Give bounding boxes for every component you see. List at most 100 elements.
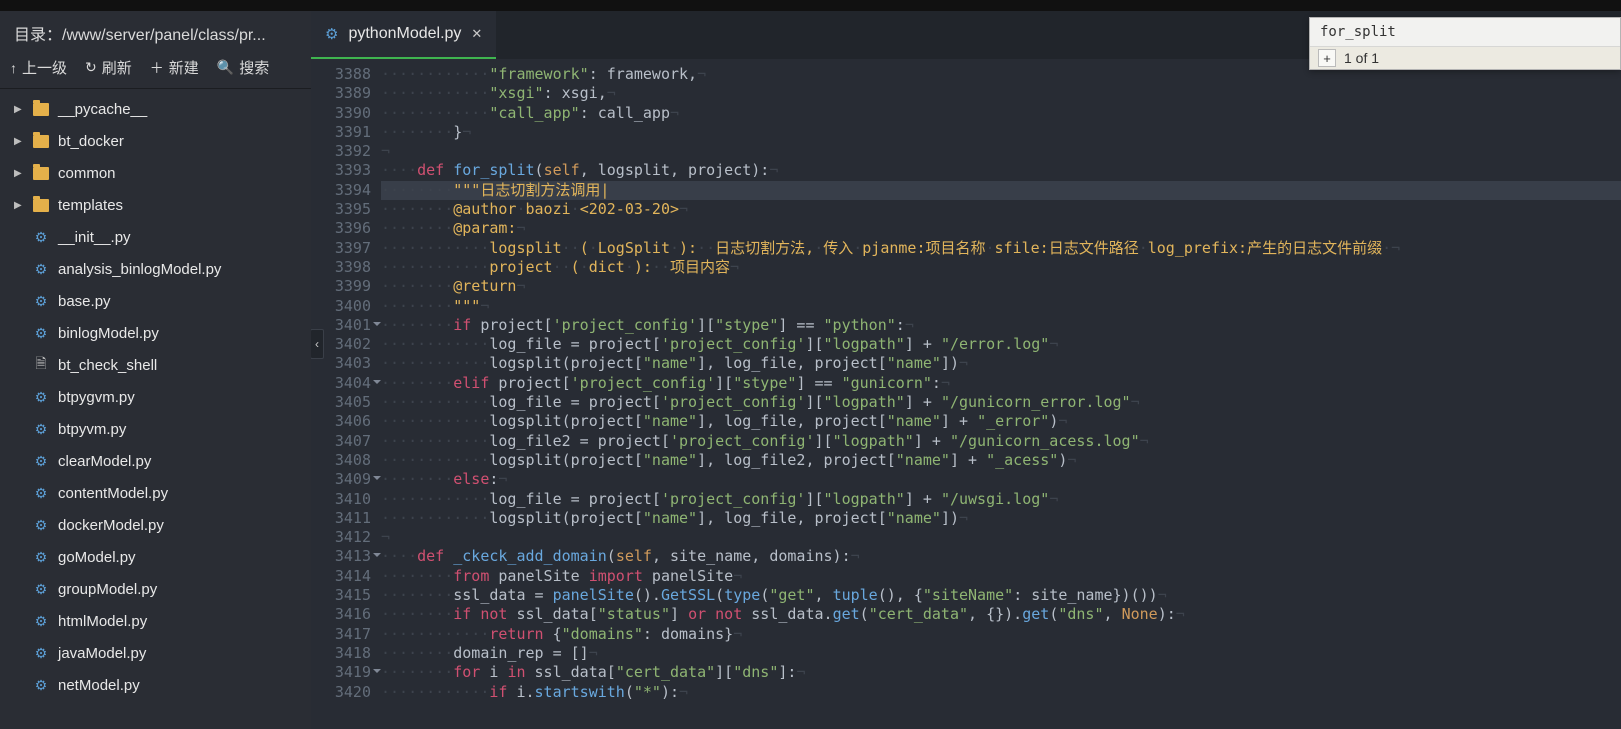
tree-label: htmlModel.py [58, 613, 147, 630]
tree-file[interactable]: 🗎bt_check_shell [0, 349, 311, 381]
tree-file[interactable]: ⚙analysis_binlogModel.py [0, 253, 311, 285]
python-icon: ⚙ [32, 261, 50, 278]
code-line[interactable]: ········else:¬ [381, 470, 1621, 489]
tree-file[interactable]: ⚙ htmlModel.py [0, 605, 311, 637]
code-line[interactable]: ········if project['project_config']["st… [381, 316, 1621, 335]
tree-folder[interactable]: ▶__pycache__ [0, 93, 311, 125]
new-button[interactable]: ＋新建 [150, 57, 199, 78]
line-number: 3404 [311, 374, 381, 393]
code-line[interactable]: ············"xsgi": xsgi,¬ [381, 84, 1621, 103]
tree-file[interactable]: ⚙javaModel.py [0, 637, 311, 669]
tree-file[interactable]: ⚙binlogModel.py [0, 317, 311, 349]
code-line[interactable]: ············logsplit(project["name"], lo… [381, 412, 1621, 431]
code-line[interactable]: ········"""¬ [381, 297, 1621, 316]
code-line[interactable]: ············logsplit(project["name"], lo… [381, 509, 1621, 528]
python-icon: ⚙ [325, 25, 338, 43]
python-icon: ⚙ [32, 613, 50, 630]
line-number: 3413 [311, 547, 381, 566]
code-line[interactable]: ············if i.startswith("*"):¬ [381, 683, 1621, 702]
up-button[interactable]: ↑上一级 [10, 57, 67, 78]
tree-label: btpygvm.py [58, 389, 135, 406]
refresh-button[interactable]: ↻刷新 [85, 57, 132, 78]
search-button[interactable]: 🔍搜索 [217, 57, 269, 78]
code-line[interactable]: ········for i in ssl_data["cert_data"]["… [381, 663, 1621, 682]
code-line[interactable]: ············project··(·dict·):··项目内容¬ [381, 258, 1621, 277]
tree-file[interactable]: ⚙btpyvm.py [0, 413, 311, 445]
tree-file[interactable]: ⚙groupModel.py [0, 573, 311, 605]
code-line[interactable]: ············logsplit(project["name"], lo… [381, 354, 1621, 373]
window-top-bar [0, 0, 1621, 11]
line-number: 3420 [311, 683, 381, 702]
find-panel[interactable]: for_split + 1 of 1 [1309, 17, 1621, 70]
tree-file[interactable]: ⚙ btpygvm.py [0, 381, 311, 413]
code-line[interactable]: ········domain_rep = []¬ [381, 644, 1621, 663]
code-line[interactable]: ········ssl_data = panelSite().GetSSL(ty… [381, 586, 1621, 605]
tree-file[interactable]: ⚙base.py [0, 285, 311, 317]
tree-file[interactable]: ⚙clearModel.py [0, 445, 311, 477]
code-line[interactable]: ¬ [381, 528, 1621, 547]
tree-label: bt_check_shell [58, 357, 157, 374]
code-line[interactable]: ····def _ckeck_add_domain(self, site_nam… [381, 547, 1621, 566]
tree-label: templates [58, 197, 123, 214]
python-icon: ⚙ [32, 645, 50, 662]
path-value: /www/server/panel/class/pr... [62, 27, 266, 44]
code-line[interactable]: ············return {"domains": domains}¬ [381, 625, 1621, 644]
line-number: 3389 [311, 84, 381, 103]
python-icon: ⚙ [32, 517, 50, 534]
tree-file[interactable]: ⚙dockerModel.py [0, 509, 311, 541]
python-icon: ⚙ [32, 325, 50, 342]
code-line[interactable]: ············"call_app": call_app¬ [381, 104, 1621, 123]
line-number: 3395 [311, 200, 381, 219]
plus-icon: ＋ [150, 58, 164, 78]
find-add-button[interactable]: + [1318, 49, 1336, 67]
code-line[interactable]: ············logsplit(project["name"], lo… [381, 451, 1621, 470]
code-line[interactable]: ········@param:¬ [381, 219, 1621, 238]
editor[interactable]: ‹ 33883389339033913392339333943395339633… [311, 59, 1621, 729]
find-input[interactable]: for_split [1310, 18, 1620, 47]
code-line[interactable]: ············log_file = project['project_… [381, 335, 1621, 354]
search-icon: 🔍 [217, 59, 234, 76]
tree-folder[interactable]: ▶common [0, 157, 311, 189]
tree-file[interactable]: ⚙netModel.py [0, 669, 311, 701]
tree-label: __init__.py [58, 229, 131, 246]
code-line[interactable]: ········"""日志切割方法调用| [381, 181, 1621, 200]
tree-label: contentModel.py [58, 485, 168, 502]
code-line[interactable]: ········from panelSite import panelSite¬ [381, 567, 1621, 586]
code-line[interactable]: ············log_file = project['project_… [381, 490, 1621, 509]
sidebar-toolbar: ↑上一级 ↻刷新 ＋新建 🔍搜索 [0, 51, 311, 89]
code-line[interactable]: ············logsplit··(·LogSplit·):··日志切… [381, 239, 1621, 258]
line-number: 3391 [311, 123, 381, 142]
code-line[interactable]: ····def for_split(self, logsplit, projec… [381, 161, 1621, 180]
directory-path: 目录：/www/server/panel/class/pr... [0, 11, 311, 51]
line-number: 3393 [311, 161, 381, 180]
code-line[interactable]: ········}¬ [381, 123, 1621, 142]
file-explorer-sidebar: 目录：/www/server/panel/class/pr... ↑上一级 ↻刷… [0, 11, 311, 729]
find-status-bar: + 1 of 1 [1310, 47, 1620, 69]
code-line[interactable]: ············log_file = project['project_… [381, 393, 1621, 412]
code-line[interactable]: ········if not ssl_data["status"] or not… [381, 605, 1621, 624]
line-number: 3405 [311, 393, 381, 412]
python-icon: ⚙ [32, 485, 50, 502]
python-icon: ⚙ [32, 389, 50, 406]
sidebar-collapse-handle[interactable]: ‹ [311, 329, 324, 359]
close-icon[interactable]: ✕ [471, 26, 482, 42]
tab-active[interactable]: ⚙ pythonModel.py ✕ [311, 11, 496, 59]
folder-icon [32, 167, 50, 180]
python-icon: ⚙ [32, 229, 50, 246]
code-view[interactable]: ············"framework": framework,¬····… [381, 59, 1621, 729]
tree-file[interactable]: ⚙ __init__.py [0, 221, 311, 253]
folder-icon [32, 199, 50, 212]
code-line[interactable]: ············log_file2 = project['project… [381, 432, 1621, 451]
code-line[interactable]: ········@return¬ [381, 277, 1621, 296]
code-line[interactable]: ¬ [381, 142, 1621, 161]
line-number-gutter: 3388338933903391339233933394339533963397… [311, 59, 381, 729]
tree-folder[interactable]: ▶templates [0, 189, 311, 221]
tree-folder[interactable]: ▶bt_docker [0, 125, 311, 157]
code-line[interactable]: ········@author·baozi·<202-03-20>¬ [381, 200, 1621, 219]
file-tree[interactable]: ▶__pycache__▶bt_docker▶common▶templates⚙… [0, 89, 311, 729]
refresh-icon: ↻ [85, 59, 97, 76]
tree-label: netModel.py [58, 677, 140, 694]
tree-file[interactable]: ⚙goModel.py [0, 541, 311, 573]
tree-file[interactable]: ⚙ contentModel.py [0, 477, 311, 509]
code-line[interactable]: ········elif project['project_config']["… [381, 374, 1621, 393]
